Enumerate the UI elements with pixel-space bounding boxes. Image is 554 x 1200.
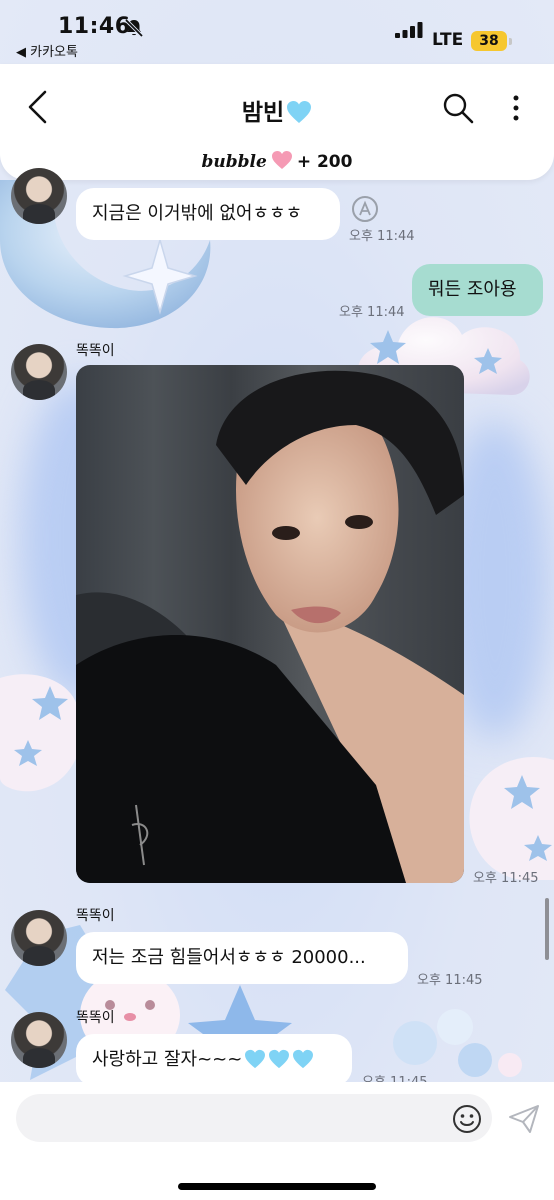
bubble-points: + 200 <box>296 152 353 172</box>
message-time: 오후 11:44 <box>339 305 405 320</box>
sender-name: 똑똑이 <box>76 343 115 359</box>
avatar[interactable] <box>11 344 67 400</box>
status-time: 11:46 <box>58 14 131 39</box>
avatar[interactable] <box>11 910 67 966</box>
bell-slash-icon <box>124 18 144 38</box>
scrollbar[interactable] <box>545 898 549 960</box>
search-icon[interactable] <box>442 92 474 124</box>
avatar[interactable] <box>11 168 67 224</box>
sender-name: 똑똑이 <box>76 908 115 924</box>
blue-heart-icon <box>287 101 312 123</box>
cloud-decoration <box>469 756 554 880</box>
sender-name: 똑똑이 <box>76 1010 115 1026</box>
my-message-bubble[interactable]: 뭐든 조아용 <box>412 264 543 316</box>
translate-icon[interactable] <box>351 195 379 223</box>
pink-heart-icon <box>271 151 292 169</box>
emoji-icon[interactable] <box>452 1104 482 1134</box>
more-vertical-icon[interactable] <box>512 95 520 121</box>
chat-title-text: 밤빈 <box>241 100 285 126</box>
message-bubble[interactable]: 지금은 이거밖에 없어ㅎㅎㅎ <box>76 188 340 240</box>
photo-message[interactable] <box>76 365 464 883</box>
return-to-app-link[interactable]: ◀ 카카오톡 <box>16 41 78 60</box>
battery-indicator: 38 <box>471 31 507 51</box>
blue-heart-icon <box>245 1049 266 1069</box>
bubble-points-bar[interactable]: bubble + 200 <box>0 150 554 172</box>
bubble-label: bubble <box>201 152 267 172</box>
blue-heart-icon <box>269 1049 290 1069</box>
message-time: 오후 11:45 <box>473 871 539 886</box>
blue-heart-icon <box>293 1049 314 1069</box>
battery-tip <box>509 38 512 45</box>
photo-image <box>76 370 464 883</box>
cloud-decoration <box>0 674 83 792</box>
message-time: 오후 11:45 <box>417 973 483 988</box>
signal-icon <box>395 22 423 38</box>
home-indicator <box>178 1183 376 1190</box>
message-bubble[interactable]: 저는 조금 힘들어서ㅎㅎㅎ 20000... <box>76 932 408 984</box>
message-input-bar <box>0 1082 554 1200</box>
avatar[interactable] <box>11 1012 67 1068</box>
message-text: 사랑하고 잘자~~~ <box>92 1049 243 1070</box>
chat-header: 밤빈 bubble + 200 <box>0 64 554 180</box>
battery-level: 38 <box>479 33 499 49</box>
message-bubble[interactable]: 사랑하고 잘자~~~ <box>76 1034 352 1086</box>
message-input[interactable] <box>16 1094 492 1142</box>
send-icon[interactable] <box>508 1104 540 1134</box>
network-type: LTE <box>432 30 464 50</box>
message-time: 오후 11:44 <box>349 229 415 244</box>
status-bar: 11:46 ◀ 카카오톡 LTE 38 <box>0 0 554 60</box>
